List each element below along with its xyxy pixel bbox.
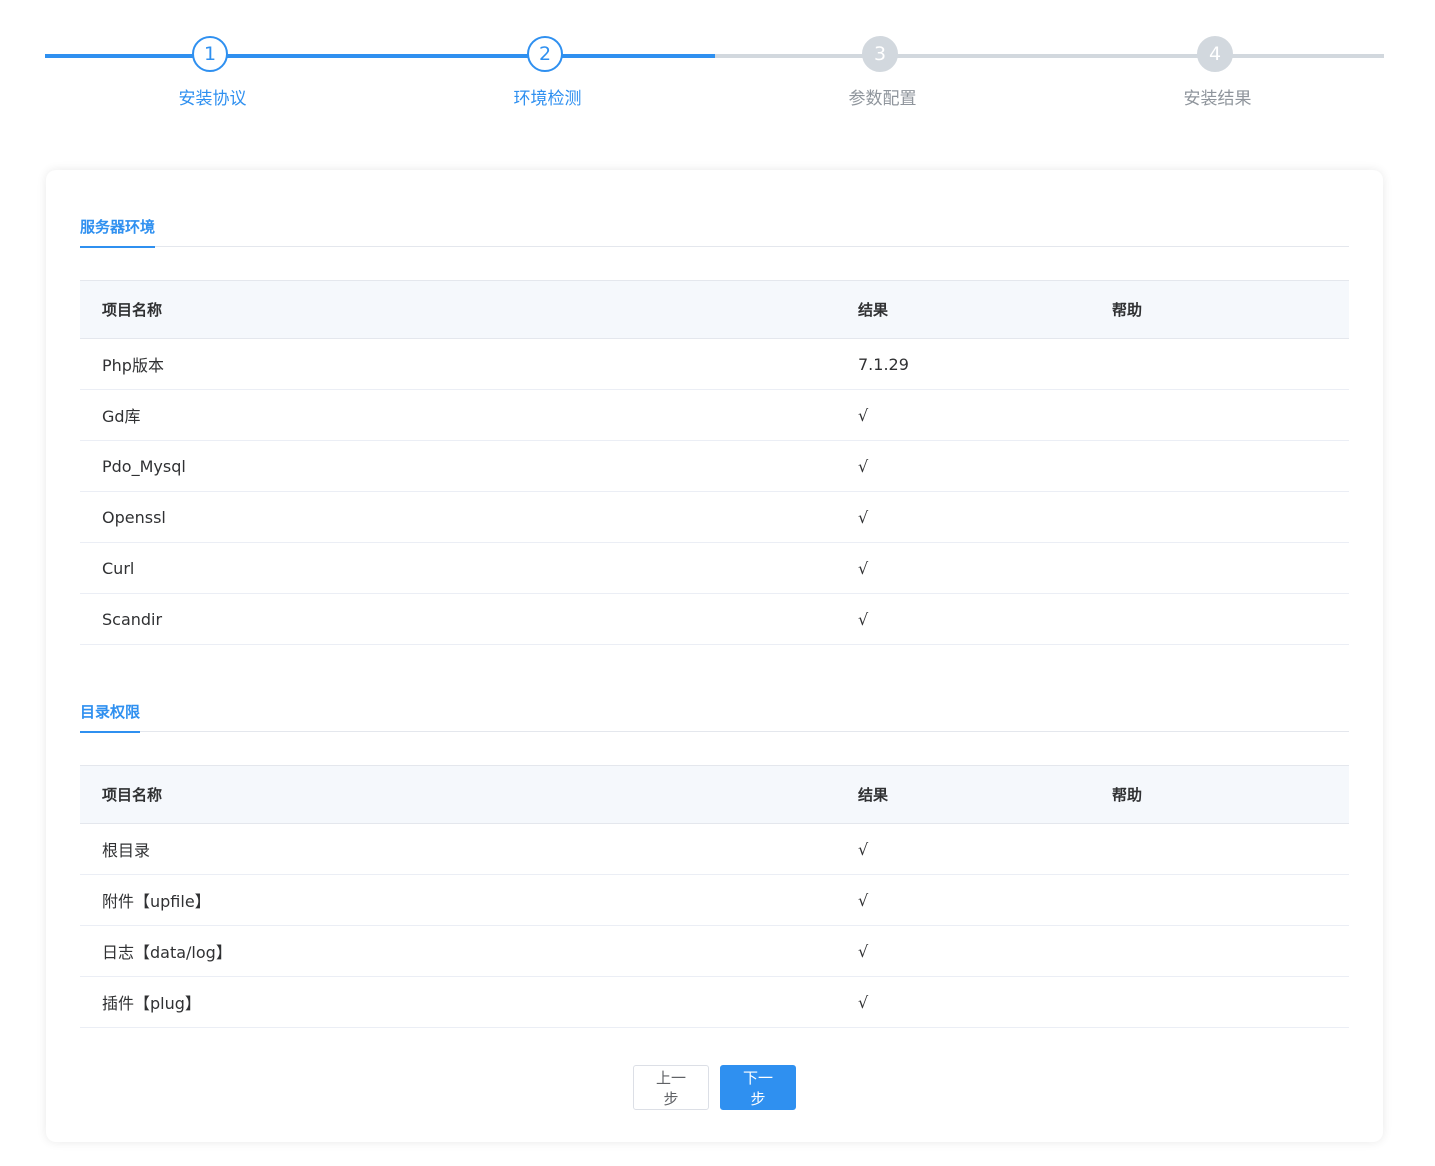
row-result: √ (836, 440, 1090, 492)
row-help (1090, 925, 1349, 977)
tab-dir-perm[interactable]: 目录权限 (80, 701, 141, 733)
row-result: √ (836, 491, 1090, 543)
row-help (1090, 389, 1349, 441)
row-result: 7.1.29 (836, 338, 1090, 390)
header-result: 结果 (836, 765, 1090, 824)
row-help (1090, 338, 1349, 390)
row-name: Gd库 (80, 389, 836, 441)
row-name: 根目录 (80, 823, 836, 875)
table-row: Scandir √ (80, 593, 1349, 645)
header-name: 项目名称 (80, 280, 836, 339)
row-help (1090, 491, 1349, 543)
row-name: 插件【plug】 (80, 976, 836, 1028)
prev-step-button[interactable]: 上一步 (633, 1065, 709, 1110)
table-row: Curl √ (80, 542, 1349, 594)
table-row: Openssl √ (80, 491, 1349, 543)
table-row: Pdo_Mysql √ (80, 440, 1349, 492)
row-name: Pdo_Mysql (80, 440, 836, 492)
header-result: 结果 (836, 280, 1090, 339)
dir-perm-table: 项目名称 结果 帮助 根目录 √ 附件【upfile】 √ 日志【data/lo… (80, 765, 1349, 1028)
header-help: 帮助 (1090, 280, 1349, 339)
table-header-row: 项目名称 结果 帮助 (80, 280, 1349, 339)
header-help: 帮助 (1090, 765, 1349, 824)
row-help (1090, 976, 1349, 1028)
row-result: √ (836, 925, 1090, 977)
row-help (1090, 593, 1349, 645)
row-result: √ (836, 542, 1090, 594)
server-env-tabs: 服务器环境 (80, 180, 1349, 248)
row-result: √ (836, 389, 1090, 441)
row-help (1090, 440, 1349, 492)
step-2: 2 环境检测 (380, 34, 715, 114)
table-row: Gd库 √ (80, 389, 1349, 441)
row-name: 日志【data/log】 (80, 925, 836, 977)
table-row: 插件【plug】 √ (80, 976, 1349, 1028)
table-row: Php版本 7.1.29 (80, 338, 1349, 390)
server-env-table: 项目名称 结果 帮助 Php版本 7.1.29 Gd库 √ Pdo_Mysql … (80, 280, 1349, 645)
row-result: √ (836, 593, 1090, 645)
next-step-button[interactable]: 下一步 (720, 1065, 796, 1110)
step-2-label: 环境检测 (513, 89, 582, 109)
step-1-circle: 1 (192, 36, 228, 72)
step-3: 3 参数配置 (715, 34, 1050, 114)
header-name: 项目名称 (80, 765, 836, 824)
step-1: 1 安装协议 (45, 34, 380, 114)
row-name: Curl (80, 542, 836, 594)
row-result: √ (836, 874, 1090, 926)
nav-buttons: 上一步 下一步 (46, 1065, 1383, 1110)
step-4: 4 安装结果 (1050, 34, 1384, 114)
row-result: √ (836, 976, 1090, 1028)
row-help (1090, 874, 1349, 926)
install-steps: 1 安装协议 2 环境检测 3 参数配置 4 安装结果 (45, 34, 1384, 114)
step-3-circle: 3 (862, 36, 898, 72)
row-name: Php版本 (80, 338, 836, 390)
row-name: 附件【upfile】 (80, 874, 836, 926)
row-name: Scandir (80, 593, 836, 645)
check-card: 服务器环境 项目名称 结果 帮助 Php版本 7.1.29 Gd库 √ Pdo_… (46, 170, 1383, 1142)
table-row: 日志【data/log】 √ (80, 925, 1349, 977)
step-2-circle: 2 (527, 36, 563, 72)
step-3-label: 参数配置 (848, 89, 917, 109)
step-4-label: 安装结果 (1183, 89, 1252, 109)
dir-perm-tabs: 目录权限 (80, 665, 1349, 733)
table-row: 根目录 √ (80, 823, 1349, 875)
row-result: √ (836, 823, 1090, 875)
row-name: Openssl (80, 491, 836, 543)
step-1-label: 安装协议 (178, 89, 247, 109)
row-help (1090, 542, 1349, 594)
table-row: 附件【upfile】 √ (80, 874, 1349, 926)
tab-server-env[interactable]: 服务器环境 (80, 216, 156, 248)
row-help (1090, 823, 1349, 875)
table-header-row: 项目名称 结果 帮助 (80, 765, 1349, 824)
step-4-circle: 4 (1197, 36, 1233, 72)
